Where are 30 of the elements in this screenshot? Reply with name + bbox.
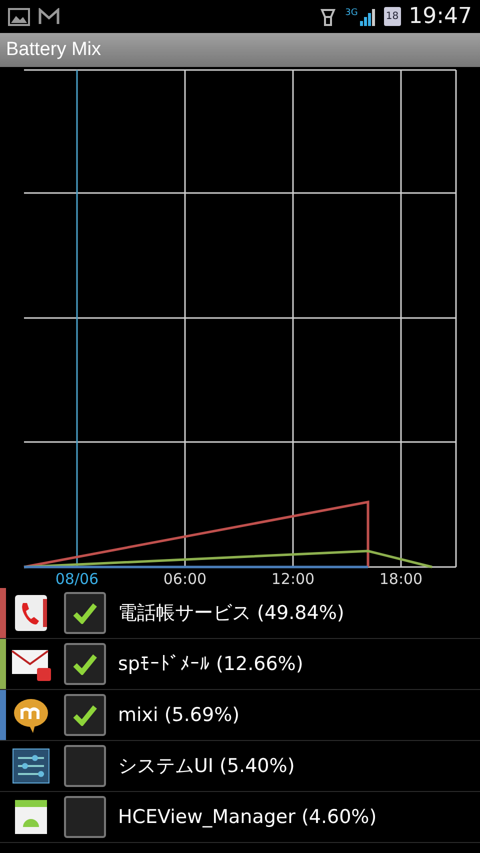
- signal-icon: [360, 6, 376, 26]
- app-title: Battery Mix: [6, 39, 102, 61]
- app-usage-label: システムUI (5.40%): [118, 754, 295, 779]
- check-icon: [72, 602, 98, 624]
- axis-label: 18:00: [379, 570, 423, 588]
- axis-label: 12:00: [271, 570, 315, 588]
- axis-label: 08/06: [55, 570, 99, 588]
- checkbox[interactable]: [64, 592, 106, 634]
- sliders-icon: [11, 746, 51, 786]
- app-row[interactable]: システムUI (5.40%): [0, 741, 480, 792]
- app-usage-label: mixi (5.69%): [118, 704, 240, 726]
- checkbox[interactable]: [64, 796, 106, 838]
- battery-level: 18: [384, 7, 401, 26]
- network-type: 3G: [345, 8, 358, 18]
- app-row[interactable]: HCEView_Manager (4.60%): [0, 792, 480, 843]
- app-row[interactable]: spﾓｰﾄﾞﾒｰﾙ (12.66%): [0, 639, 480, 690]
- app-row[interactable]: mixi (5.69%): [0, 690, 480, 741]
- picture-notification-icon: [8, 6, 30, 26]
- checkbox[interactable]: [64, 643, 106, 685]
- app-row[interactable]: 電話帳サービス (49.84%): [0, 588, 480, 639]
- check-icon: [72, 704, 98, 726]
- app-usage-label: 電話帳サービス (49.84%): [118, 601, 344, 626]
- axis-label: 06:00: [163, 570, 207, 588]
- checkbox[interactable]: [64, 694, 106, 736]
- app-usage-label: spﾓｰﾄﾞﾒｰﾙ (12.66%): [118, 653, 304, 675]
- check-icon: [72, 653, 98, 675]
- clock: 19:47: [408, 4, 472, 29]
- mail-notification-icon: [38, 8, 60, 26]
- checkbox[interactable]: [64, 745, 106, 787]
- app-usage-label: HCEView_Manager (4.60%): [118, 806, 377, 828]
